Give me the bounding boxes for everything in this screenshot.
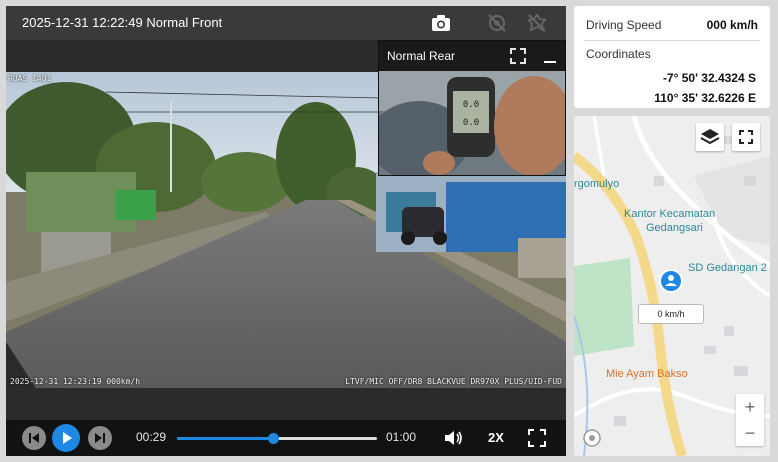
pip-header: Normal Rear [379,41,565,71]
location-pin-icon[interactable] [658,268,684,300]
map-fullscreen-icon[interactable] [732,123,760,151]
zoom-in-button[interactable]: + [736,394,764,420]
duration: 01:00 [386,430,417,444]
expand-icon[interactable] [509,47,527,65]
seek-progress [177,437,273,440]
driving-speed-label: Driving Speed [586,18,662,32]
video-overlay-device: LTVF/MIC OFF/DR8 BLACKVUE DR970X PLUS/UI… [345,377,562,386]
map-label-village: rgomulyo [574,178,620,190]
coordinates-label: Coordinates [586,47,651,61]
map-label-school: SD Gedangan 2 [688,262,767,274]
info-divider [584,40,760,41]
map-view[interactable]: rgomulyo Kantor Kecamatan Gedangsari SD … [574,116,770,456]
next-icon[interactable] [88,426,112,450]
volume-icon[interactable] [442,427,464,449]
minimize-icon[interactable] [541,47,559,65]
zoom-controls: + − [736,394,764,446]
rear-video-title: Normal Rear [387,49,456,63]
fullscreen-icon[interactable] [526,427,548,449]
layers-icon[interactable] [696,123,724,151]
latitude-value: -7° 50' 32.4324 S [662,71,756,85]
playback-speed-button[interactable]: 2X [488,430,504,445]
prev-icon[interactable] [22,426,46,450]
player-controls: 00:29 01:00 2X [6,420,566,456]
play-icon[interactable] [52,424,80,452]
seek-bar[interactable] [177,433,377,444]
zoom-out-button[interactable]: − [736,420,764,446]
rear-video-pip[interactable]: Normal Rear 0.0 0.0 [378,40,566,176]
gps-readout-1: 0.0 [463,100,479,110]
video-overlay-label: RUAS 1401 [8,74,52,83]
current-time: 00:29 [136,430,167,444]
rear-video-frame: 0.0 0.0 [379,71,565,175]
compass-icon[interactable] [582,428,602,448]
map-speed-bubble: 0 km/h [638,304,704,324]
seek-handle[interactable] [268,433,279,444]
gps-readout-2: 0.0 [463,118,479,128]
gps-off-icon[interactable] [486,12,508,34]
app-root: 2025-12-31 12:22:49 Normal Front RUAS 14… [0,0,778,462]
camera-icon[interactable] [430,12,452,34]
map-label-restaurant: Mie Ayam Bakso [606,368,688,380]
video-title: 2025-12-31 12:22:49 Normal Front [22,15,223,30]
player-top-bar: 2025-12-31 12:22:49 Normal Front [6,6,566,40]
map-label-gedangsari: Gedangsari [646,222,703,234]
settings-off-icon[interactable] [526,12,548,34]
driving-speed-value: 000 km/h [706,18,758,32]
longitude-value: 110° 35' 32.6226 E [654,91,756,105]
driving-info-panel: Driving Speed 000 km/h Coordinates -7° 5… [574,6,770,108]
map-label-kantor: Kantor Kecamatan [624,208,716,220]
video-overlay-timestamp: 2025-12-31 12:23:19 000km/h [10,377,141,386]
video-player: 2025-12-31 12:22:49 Normal Front RUAS 14… [6,6,566,456]
